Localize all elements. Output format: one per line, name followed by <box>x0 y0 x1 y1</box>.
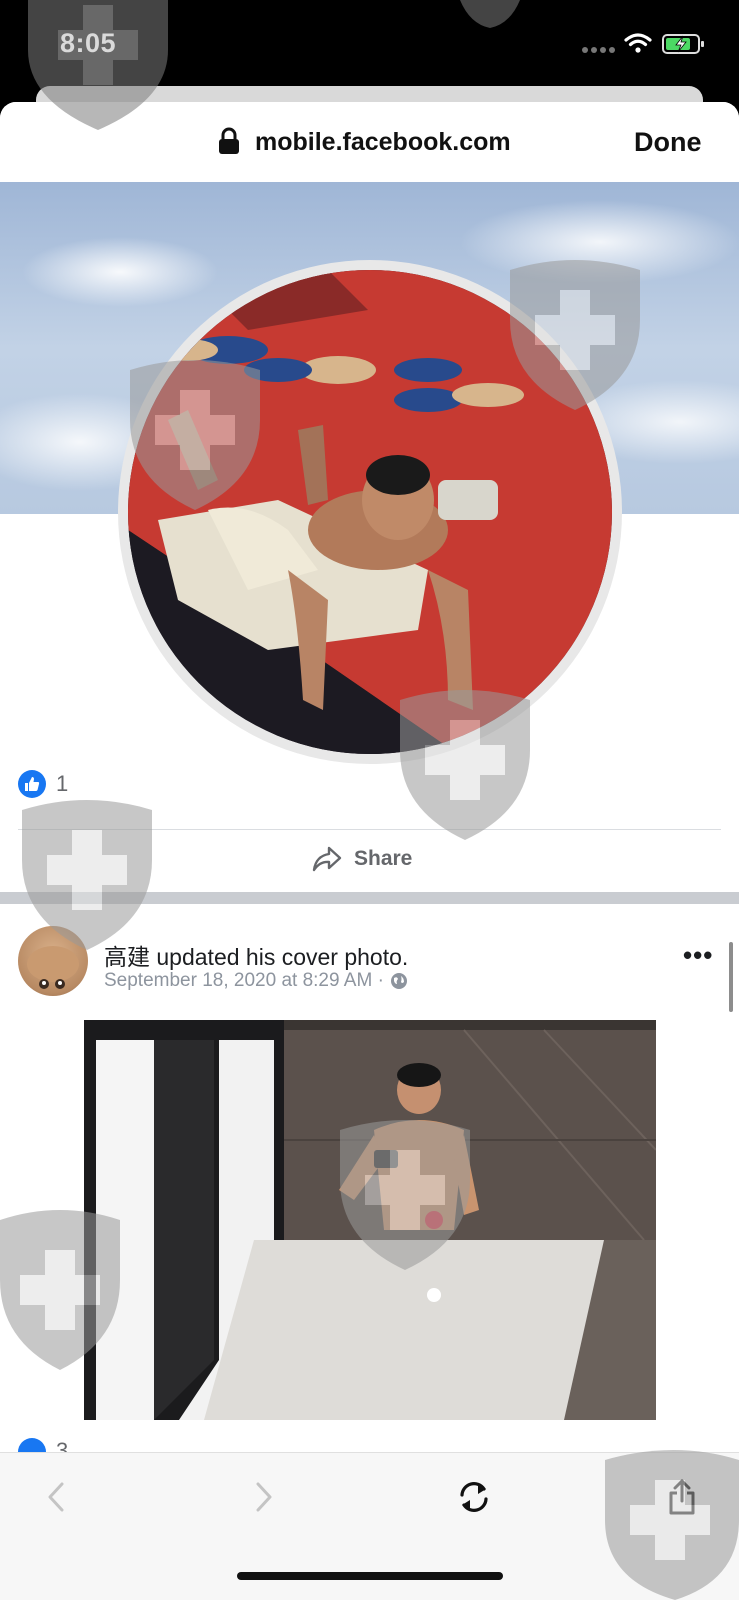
profile-photo[interactable] <box>128 270 612 754</box>
status-time: 8:05 <box>60 28 117 58</box>
share-icon <box>312 846 342 872</box>
forward-button[interactable] <box>242 1475 286 1519</box>
url-bar: mobile.facebook.com Done <box>0 102 739 182</box>
battery-icon <box>662 34 704 54</box>
share-sheet-button[interactable] <box>660 1475 704 1519</box>
share-label: Share <box>354 847 413 870</box>
forward-icon <box>256 1482 272 1512</box>
scrollbar[interactable] <box>729 942 733 1012</box>
globe-icon <box>390 973 407 989</box>
wifi-icon <box>624 33 652 53</box>
url-text[interactable]: mobile.facebook.com <box>255 128 511 157</box>
post-meta: September 18, 2020 at 8:29 AM · <box>104 970 408 992</box>
reload-button[interactable] <box>452 1475 496 1519</box>
reload-icon <box>460 1482 488 1512</box>
share-button[interactable]: Share <box>312 846 412 872</box>
post-timestamp[interactable]: September 18, 2020 at 8:29 AM · <box>104 970 384 992</box>
like-icon <box>18 770 46 798</box>
more-icon[interactable]: ••• <box>683 940 713 971</box>
browser-sheet: mobile.facebook.com Done 1 Share 高建 upda… <box>0 102 739 1600</box>
post-header: 高建 updated his cover photo. <box>104 938 408 972</box>
divider <box>18 829 721 830</box>
done-button[interactable]: Done <box>634 127 702 158</box>
profile-post-reactions[interactable]: 1 <box>18 770 68 798</box>
post-action-text: updated his cover photo. <box>150 944 409 970</box>
back-icon <box>48 1482 64 1512</box>
signal-icon <box>582 47 615 53</box>
post-photo[interactable] <box>84 1020 656 1420</box>
back-button[interactable] <box>34 1475 78 1519</box>
share-sheet-icon <box>669 1479 695 1515</box>
avatar[interactable] <box>18 926 88 996</box>
post-author[interactable]: 高建 <box>104 944 150 970</box>
home-indicator[interactable] <box>237 1572 503 1580</box>
section-separator <box>0 892 739 904</box>
reaction-count: 1 <box>56 771 69 796</box>
status-bar: 8:05 <box>0 0 739 88</box>
lock-icon <box>219 127 239 154</box>
